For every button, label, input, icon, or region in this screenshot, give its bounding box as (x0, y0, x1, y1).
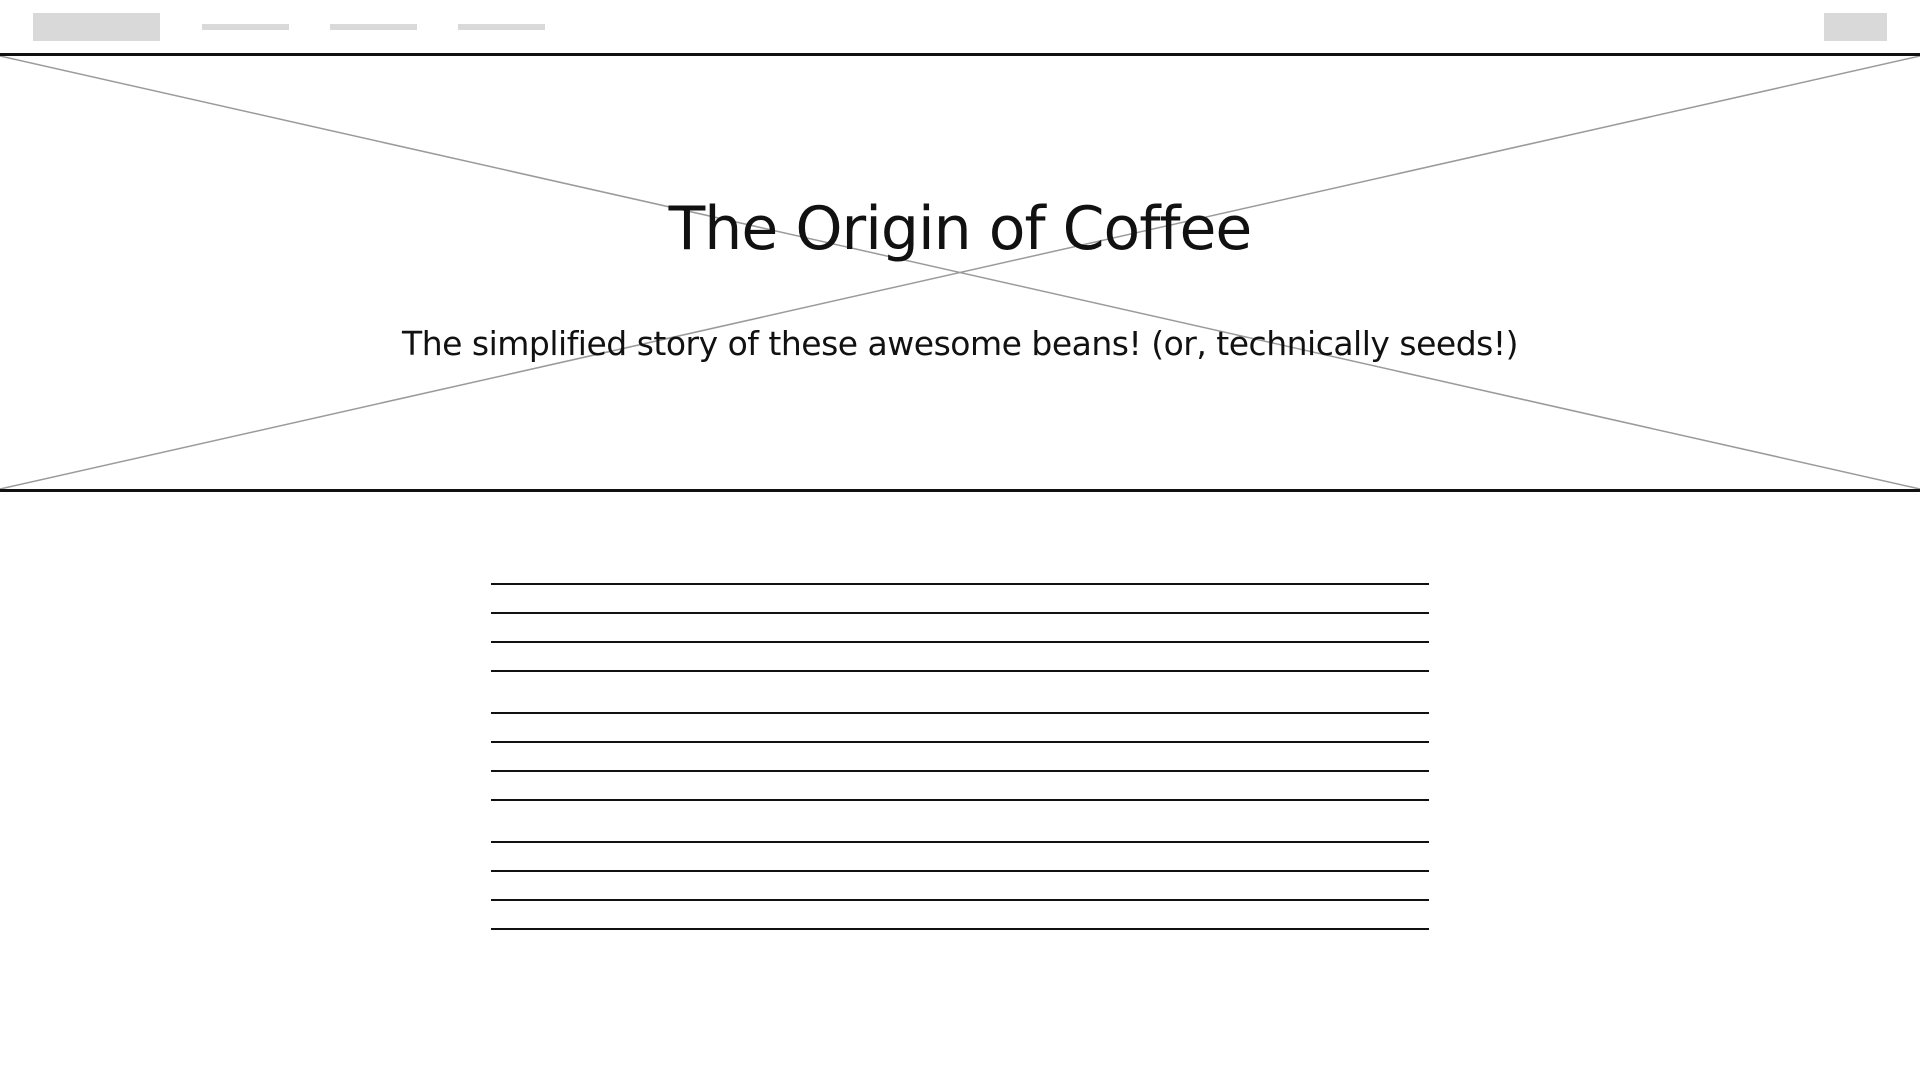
nav-link-1[interactable] (202, 24, 289, 30)
article-body (491, 583, 1429, 970)
text-line-placeholder (491, 770, 1429, 772)
text-line-placeholder (491, 641, 1429, 643)
text-line-placeholder (491, 612, 1429, 614)
text-line-placeholder (491, 870, 1429, 872)
text-line-placeholder (491, 799, 1429, 801)
hero-banner: The Origin of Coffee The simplified stor… (0, 56, 1920, 492)
text-line-placeholder (491, 583, 1429, 585)
paragraph-placeholder-2 (491, 712, 1429, 801)
image-placeholder-cross-icon (0, 56, 1920, 489)
text-line-placeholder (491, 841, 1429, 843)
text-line-placeholder (491, 712, 1429, 714)
logo-placeholder[interactable] (33, 13, 160, 41)
text-line-placeholder (491, 899, 1429, 901)
top-nav (0, 0, 1920, 56)
nav-action-button[interactable] (1824, 13, 1887, 41)
text-line-placeholder (491, 928, 1429, 930)
page-subtitle: The simplified story of these awesome be… (402, 324, 1518, 363)
nav-link-3[interactable] (458, 24, 545, 30)
text-line-placeholder (491, 741, 1429, 743)
text-line-placeholder (491, 670, 1429, 672)
page-title: The Origin of Coffee (668, 194, 1253, 264)
paragraph-placeholder-3 (491, 841, 1429, 930)
nav-link-2[interactable] (330, 24, 417, 30)
page: The Origin of Coffee The simplified stor… (0, 0, 1920, 1080)
paragraph-placeholder-1 (491, 583, 1429, 672)
